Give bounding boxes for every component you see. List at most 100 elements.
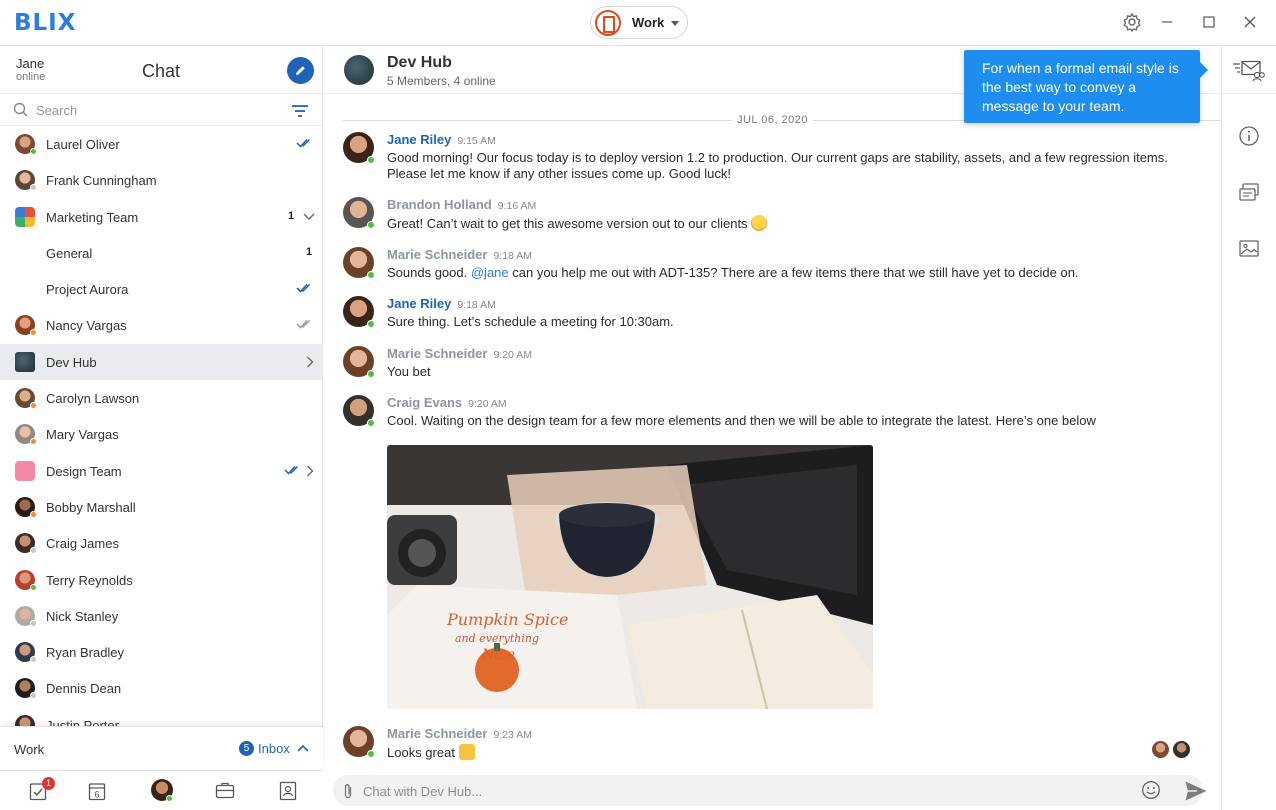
- filter-icon[interactable]: [291, 104, 309, 118]
- title-bar: BLIX Work: [0, 0, 1276, 46]
- maximize-button[interactable]: [1199, 12, 1219, 32]
- settings-gear-icon[interactable]: [1122, 12, 1142, 33]
- chat-item-dennis-dean[interactable]: Dennis Dean: [0, 670, 323, 706]
- image-gallery-icon[interactable]: [1238, 238, 1260, 260]
- chat-item-nick-stanley[interactable]: Nick Stanley: [0, 598, 323, 634]
- account-name: Work: [14, 742, 45, 757]
- chat-item-label: Dev Hub: [46, 354, 97, 370]
- chat-item-frank-cunningham[interactable]: Frank Cunningham: [0, 162, 323, 198]
- chat-item-label: General: [46, 245, 93, 261]
- status-dot: [30, 148, 37, 155]
- emoji-picker-icon[interactable]: [1141, 780, 1161, 800]
- status-dot: [30, 184, 37, 192]
- chat-item-terry-reynolds[interactable]: Terry Reynolds: [0, 562, 323, 598]
- message-author[interactable]: Marie Schneider 9:18 AM: [387, 247, 532, 262]
- attachment-icon[interactable]: [342, 782, 354, 800]
- double-check-icon: [296, 284, 311, 293]
- chat-item-ryan-bradley[interactable]: Ryan Bradley: [0, 634, 323, 670]
- chevron-right-icon[interactable]: [306, 465, 314, 477]
- chat-item-label: Marketing Team: [46, 209, 139, 225]
- room-avatar: [344, 55, 374, 85]
- room-title[interactable]: Dev Hub: [387, 54, 452, 72]
- chat-item-laurel-oliver[interactable]: Laurel Oliver: [0, 126, 323, 162]
- double-check-icon: [296, 320, 311, 330]
- message-time: 9:15 AM: [457, 135, 496, 147]
- app-logo: BLIX: [14, 10, 77, 36]
- svg-text:6: 6: [94, 790, 99, 800]
- message-author[interactable]: Marie Schneider 9:20 AM: [387, 346, 532, 361]
- message-time: 9:23 AM: [493, 729, 532, 741]
- status-dot: [367, 370, 375, 378]
- chat-item-design-team[interactable]: Design Team: [0, 453, 323, 489]
- briefcase-icon[interactable]: [215, 781, 235, 799]
- messages-stack-icon[interactable]: [1238, 182, 1260, 204]
- search-input[interactable]: [36, 100, 256, 120]
- info-icon[interactable]: [1238, 125, 1260, 147]
- message: Marie Schneider 9:18 AM Sounds good. @jan…: [343, 247, 1203, 287]
- chat-item-project-aurora[interactable]: Project Aurora: [0, 271, 323, 307]
- message-author[interactable]: Jane Riley 9:18 AM: [387, 296, 496, 311]
- chat-item-label: Frank Cunningham: [46, 173, 157, 189]
- chevron-right-icon: [307, 356, 314, 368]
- status-dot: [30, 547, 37, 555]
- new-chat-button[interactable]: [287, 57, 314, 84]
- status-dot: [30, 329, 37, 337]
- search-bar: [0, 93, 323, 126]
- message-text: Cool. Waiting on the design team for a f…: [387, 413, 1096, 428]
- message-time: 9:20 AM: [468, 398, 507, 410]
- message-author[interactable]: Jane Riley 9:15 AM: [387, 132, 496, 147]
- calendar-icon[interactable]: 6: [88, 781, 106, 801]
- pencil-icon: [296, 66, 305, 75]
- message-text: Sounds good. @jane can you help me out w…: [387, 265, 1079, 280]
- close-button[interactable]: [1240, 12, 1260, 32]
- chat-item-craig-james[interactable]: Craig James: [0, 525, 323, 561]
- message-time: 9:18 AM: [493, 250, 532, 262]
- chat-item-marketing-team[interactable]: Marketing Team 1: [0, 199, 323, 235]
- chat-item-label: Carolyn Lawson: [46, 391, 140, 407]
- message-text: Looks great: [387, 744, 1187, 761]
- minimize-button[interactable]: [1157, 12, 1177, 32]
- user-mention[interactable]: @jane: [471, 265, 509, 280]
- unread-count: 1: [288, 209, 295, 222]
- team-email-icon[interactable]: [1232, 60, 1266, 82]
- message-author[interactable]: Craig Evans 9:20 AM: [387, 395, 507, 410]
- image-attachment[interactable]: Pumpkin Spice and everything Nice: [387, 445, 873, 709]
- message: Marie Schneider 9:20 AM You bet: [343, 346, 1203, 386]
- room-members-info: 5 Members, 4 online: [387, 74, 496, 88]
- chat-item-carolyn-lawson[interactable]: Carolyn Lawson: [0, 380, 323, 416]
- account-inbox-bar[interactable]: Work 5 Inbox: [0, 726, 323, 770]
- message-author[interactable]: Brandon Holland 9:16 AM: [387, 197, 536, 212]
- message-time: 9:20 AM: [493, 349, 532, 361]
- account-switcher[interactable]: Work: [590, 6, 688, 39]
- double-check-icon: [284, 465, 299, 475]
- date-label: JUL 06, 2020: [732, 114, 814, 126]
- inbox-link[interactable]: Inbox: [258, 741, 290, 756]
- message: Brandon Holland 9:16 AM Great! Can’t wait…: [343, 197, 1203, 237]
- chat-item-dev-hub[interactable]: Dev Hub: [0, 343, 323, 381]
- search-icon: [13, 102, 28, 117]
- chat-item-label: Ryan Bradley: [46, 645, 125, 661]
- message: Marie Schneider 9:23 AM Looks great: [343, 726, 1203, 766]
- message-input[interactable]: [363, 781, 1123, 801]
- chat-item-nancy-vargas[interactable]: Nancy Vargas: [0, 307, 323, 343]
- message-time: 9:18 AM: [457, 299, 496, 311]
- group-avatar: [15, 460, 35, 481]
- chat-item-bobby-marshall[interactable]: Bobby Marshall: [0, 489, 323, 525]
- chevron-down-icon[interactable]: [303, 212, 315, 222]
- chat-item-mary-vargas[interactable]: Mary Vargas: [0, 416, 323, 452]
- contacts-icon[interactable]: [278, 781, 298, 801]
- chat-item-label: Nick Stanley: [46, 608, 119, 624]
- chat-item-general[interactable]: General 1: [0, 235, 323, 271]
- chat-item-label: Project Aurora: [46, 282, 129, 298]
- status-dot: [367, 156, 375, 164]
- message: Jane Riley 9:18 AM Sure thing. Let’s sche…: [343, 296, 1203, 336]
- message-author[interactable]: Marie Schneider 9:23 AM: [387, 726, 532, 741]
- reader-avatar: [1173, 741, 1190, 758]
- send-icon[interactable]: [1184, 780, 1208, 802]
- chat-item-justin-porter[interactable]: Justin Porter: [0, 707, 323, 726]
- chevron-up-icon[interactable]: [297, 743, 309, 753]
- office-icon: [595, 10, 621, 36]
- status-dot: [30, 619, 37, 627]
- chat-item-label: Terry Reynolds: [46, 572, 133, 588]
- group-avatar: [15, 206, 35, 227]
